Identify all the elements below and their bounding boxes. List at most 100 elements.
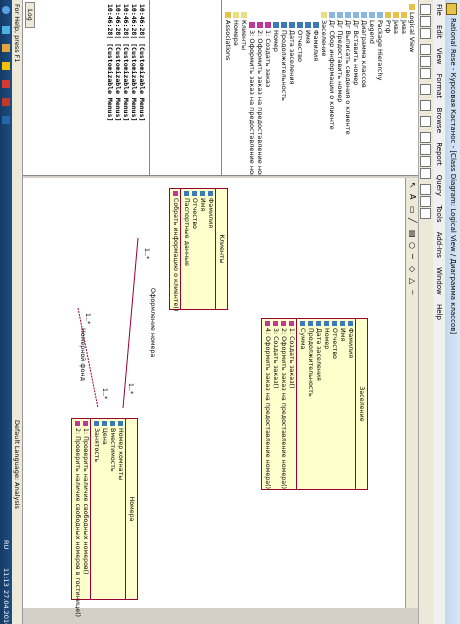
view-doc-icon[interactable]	[420, 116, 431, 127]
menu-tools[interactable]: Tools	[435, 205, 443, 222]
tree-item[interactable]: Associations	[224, 12, 232, 60]
tree-item[interactable]: Logical View	[408, 4, 416, 52]
tree-item[interactable]: Продолжительность	[280, 22, 288, 101]
browse-interaction-icon[interactable]	[420, 144, 431, 155]
menu-edit[interactable]: Edit	[435, 25, 443, 39]
tree-item[interactable]: Дг Выписать сведения о клиенте	[344, 12, 352, 135]
browse-deployment-icon[interactable]	[420, 168, 431, 179]
tree-item[interactable]: Заселение	[320, 12, 328, 56]
tree-item[interactable]: Клиенты	[240, 12, 248, 50]
media-icon[interactable]	[2, 44, 10, 52]
attribute-icon	[94, 421, 100, 426]
attribute-icon	[316, 321, 322, 326]
tree-item[interactable]: Диаграмма классов	[360, 12, 368, 88]
attribute-icon	[208, 191, 214, 196]
rose-app-icon	[446, 3, 457, 15]
menu-view[interactable]: View	[435, 48, 443, 65]
menu-help[interactable]: Help	[435, 304, 443, 320]
help-hint: For Help, press F1	[13, 4, 21, 63]
diagram-icon	[337, 12, 343, 18]
tree-item[interactable]: Дг Предоставить номер	[336, 12, 344, 102]
tree-item[interactable]: Jива	[400, 12, 408, 34]
open-icon[interactable]	[420, 16, 431, 27]
attribute-icon	[281, 22, 287, 28]
menu-file[interactable]: File	[435, 4, 443, 16]
attribute-icon	[118, 421, 124, 426]
clock-time: 11:13	[2, 568, 10, 587]
tree-item[interactable]: Отчество	[296, 22, 304, 62]
log-line: 10:46:28| [Customizable Menus]	[138, 4, 146, 122]
tree-item[interactable]: Номер	[272, 22, 280, 52]
tree-item[interactable]: Дата заселения	[288, 22, 296, 84]
tree-item[interactable]: Legend	[368, 12, 376, 44]
tab-log[interactable]: Log	[25, 2, 35, 28]
model-tree: Logical View Jива Jива Ртф Package Hiera…	[223, 0, 418, 175]
class-klienty[interactable]: Клиенты Фамилия Имя Отчество Паспортные …	[169, 188, 228, 311]
class-diagram-canvas[interactable]: ↖ A ▭ ╱ ▤ ○ ─ ◇ △ ┄ Клиенты Фамилия Имя …	[23, 178, 418, 617]
zoom-out-icon[interactable]	[420, 196, 431, 207]
browser-icon[interactable]	[2, 80, 10, 88]
operation-icon	[289, 321, 295, 326]
rose-task-icon[interactable]	[2, 98, 10, 106]
attribute-icon	[102, 421, 108, 426]
start-button-icon[interactable]	[2, 6, 10, 14]
tree-item[interactable]: 1: Создать заказ	[264, 22, 272, 87]
multiplicity-label: 1..*	[127, 383, 134, 395]
menu-addins[interactable]: Add-Ins	[435, 232, 443, 258]
menu-window[interactable]: Window	[435, 267, 443, 295]
rose-window: Rational Rose - Курсовая Кастанос - [Cla…	[0, 0, 460, 624]
log-line: 10:46:28| [Customizable Menus]	[122, 4, 130, 122]
tree-item[interactable]: Фамилия	[312, 22, 320, 61]
new-icon[interactable]	[420, 4, 431, 15]
tree-item[interactable]: Номера	[232, 12, 240, 46]
window-title: Rational Rose - Курсовая Кастанос - [Cla…	[449, 18, 457, 335]
folder-icon	[401, 12, 407, 18]
help-icon[interactable]	[420, 100, 431, 111]
folder-icon[interactable]	[2, 62, 10, 70]
diagram-icon	[361, 12, 367, 18]
copy-icon[interactable]	[420, 56, 431, 67]
tree-item[interactable]: Package Hierarchy	[376, 12, 384, 80]
fit-window-icon[interactable]	[420, 208, 431, 219]
menu-browse[interactable]: Browse	[435, 108, 443, 134]
tree-item[interactable]: Дг Сбор информации о клиенте	[328, 12, 336, 130]
menu-format[interactable]: Format	[435, 74, 443, 99]
explorer-icon[interactable]	[2, 26, 10, 34]
diagram-icon	[377, 12, 383, 18]
attribute-icon	[184, 191, 190, 196]
keyboard-language[interactable]: RU	[0, 540, 12, 549]
tree-item[interactable]: 2: Оформить заказ на предоставление номе…	[256, 22, 264, 175]
word-icon[interactable]	[2, 116, 10, 124]
tree-item[interactable]: Имя	[304, 22, 312, 44]
tree-item[interactable]: Ртф	[384, 12, 392, 33]
attribute-icon	[110, 421, 116, 426]
tree-item[interactable]: 3: Оформить заказ на предоставление номе…	[248, 22, 256, 175]
paste-icon[interactable]	[420, 68, 431, 79]
folder-icon	[409, 4, 415, 10]
class-nomera[interactable]: Номера Номер комнаты Вместимость Цена За…	[71, 418, 138, 617]
documentation-pane[interactable]	[151, 0, 222, 175]
tree-item[interactable]: Дг Вставить номер	[352, 12, 360, 85]
menu-bar: File Edit View Format Browse Report Quer…	[433, 0, 445, 624]
menu-report[interactable]: Report	[435, 142, 443, 165]
operation-icon	[249, 22, 255, 28]
print-icon[interactable]	[420, 84, 431, 95]
browse-class-icon[interactable]	[420, 132, 431, 143]
log-window: 10:46:28| [Customizable Menus] 10:46:28|…	[23, 0, 150, 175]
zoom-in-icon[interactable]	[420, 184, 431, 195]
attribute-icon	[313, 22, 319, 28]
tree-item[interactable]: Jива	[392, 12, 400, 34]
browse-component-icon[interactable]	[420, 156, 431, 167]
class-zaselenie[interactable]: Заселение Фамилия Имя Отчество Номер Дат…	[261, 318, 368, 490]
cut-icon[interactable]	[420, 44, 431, 55]
folder-icon	[393, 12, 399, 18]
class-icon	[321, 12, 327, 18]
attribute-icon	[348, 321, 354, 326]
diagram-icon	[329, 12, 335, 18]
operation-icon	[173, 191, 179, 196]
menu-query[interactable]: Query	[435, 175, 443, 196]
operation-icon	[83, 421, 89, 426]
attribute-icon	[289, 22, 295, 28]
save-icon[interactable]	[420, 28, 431, 39]
operation-icon	[75, 421, 81, 426]
